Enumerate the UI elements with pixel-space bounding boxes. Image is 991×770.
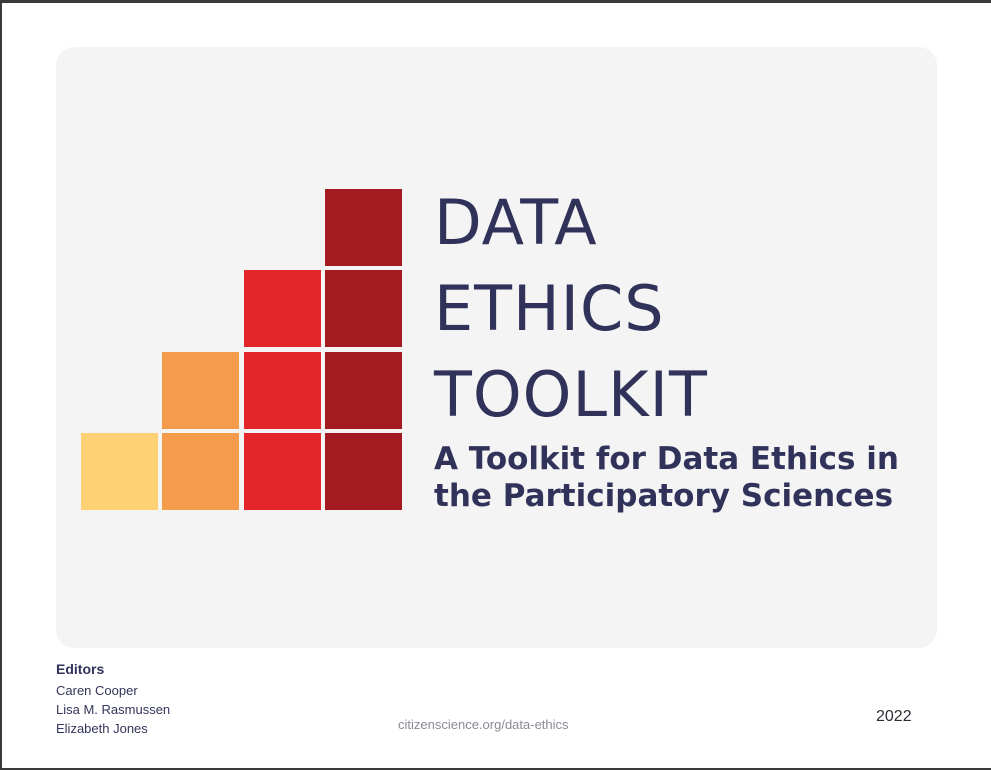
logo-block-yellow [81,433,158,510]
title-line-1: DATA [434,186,598,259]
logo-block-red [244,352,321,429]
editor-name: Lisa M. Rasmussen [56,702,171,717]
logo-block-dark-red [325,352,402,429]
editors-section: Editors Caren Cooper Lisa M. Rasmussen E… [56,660,170,738]
logo-block-dark-red [325,433,402,510]
footer-url: citizenscience.org/data-ethics [398,717,569,732]
logo-block-orange [162,433,239,510]
footer-year: 2022 [876,708,912,725]
logo-block-dark-red [325,270,402,347]
title-line-2: ETHICS [434,272,665,345]
editors-heading: Editors [56,661,105,677]
logo-block-dark-red [325,189,402,266]
cover-panel [56,47,937,648]
logo-block-red [244,270,321,347]
subtitle: A Toolkit for Data Ethics in the Partici… [434,441,914,515]
editor-name: Caren Cooper [56,683,138,698]
subtitle-line-2: the Participatory Sciences [434,478,894,514]
title-line-3: TOOLKIT [434,358,708,431]
editor-name: Elizabeth Jones [56,721,148,736]
subtitle-line-1: A Toolkit for Data Ethics in [434,441,899,477]
logo-block-orange [162,352,239,429]
logo-block-red [244,433,321,510]
